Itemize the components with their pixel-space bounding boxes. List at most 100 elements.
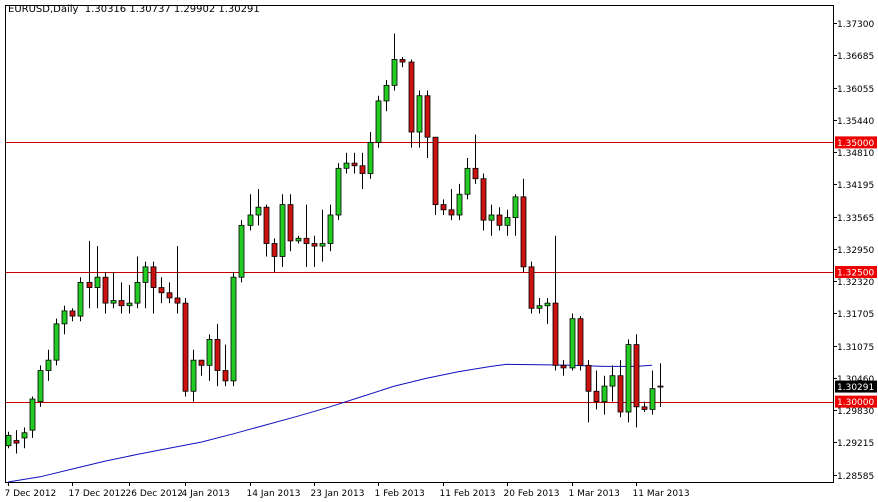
- bear-candle-body: [158, 287, 165, 294]
- price-tick-label: 1.36685: [837, 52, 874, 62]
- bull-candle-body: [383, 84, 390, 102]
- candle: [206, 334, 213, 381]
- candle: [351, 152, 358, 174]
- candle: [142, 261, 149, 309]
- moving-average-line: [7, 363, 653, 483]
- price-axis: 1.37300 1.36685 1.36055 1.35440 1.34810 1.341…: [833, 20, 874, 482]
- candle: [488, 204, 495, 236]
- bull-candle-body: [295, 237, 302, 242]
- bear-candle-body: [214, 339, 221, 371]
- bear-candle-body: [577, 318, 584, 366]
- candle: [609, 365, 616, 402]
- candle: [432, 136, 439, 215]
- bear-candle-body: [198, 359, 205, 366]
- bull-candle-body: [77, 281, 84, 317]
- candle: [190, 349, 197, 402]
- time-tick-label: 11 Feb 2013: [440, 489, 496, 499]
- candle: [536, 297, 543, 314]
- time-tick-label: 7 Dec 2012: [5, 489, 57, 499]
- candle: [569, 313, 576, 371]
- bull-candle-body: [569, 318, 576, 369]
- bull-candle-body: [456, 193, 463, 216]
- candle: [174, 246, 181, 314]
- price-tick-label: 1.37300: [837, 20, 874, 30]
- level-price-tag: 1.35000: [835, 136, 877, 149]
- price-tick-label: 1.28585: [837, 472, 874, 482]
- bear-candle-body: [166, 292, 173, 299]
- bear-candle-body: [102, 276, 109, 304]
- bull-candle-body: [94, 276, 101, 288]
- candle: [222, 344, 229, 387]
- bull-candle-body: [53, 323, 60, 361]
- price-tick-label: 1.34810: [837, 149, 874, 159]
- candle: [367, 132, 374, 179]
- candle: [641, 401, 648, 413]
- candle: [238, 220, 245, 283]
- level-price-tag-label: 1.32500: [837, 269, 874, 279]
- candle: [21, 427, 28, 449]
- price-tick-label: 1.31075: [837, 343, 874, 353]
- bull-candle-body: [625, 344, 632, 413]
- candle: [504, 209, 511, 236]
- price-tick-label: 1.32320: [837, 278, 874, 288]
- bull-candle-body: [61, 310, 68, 325]
- chart-frame: [5, 5, 834, 483]
- time-tick-label: 20 Feb 2013: [504, 489, 560, 499]
- bear-candle-body: [432, 136, 439, 206]
- candle: [247, 194, 254, 231]
- bear-candle-body: [287, 204, 294, 242]
- candle: [110, 272, 117, 309]
- bear-candle-body: [86, 281, 93, 288]
- candle: [198, 359, 205, 376]
- candle: [37, 365, 44, 407]
- bull-candle-body: [126, 302, 133, 307]
- candle: [230, 272, 237, 387]
- candle: [480, 173, 487, 231]
- bear-candle-body: [552, 302, 559, 366]
- bear-candle-body: [496, 214, 503, 226]
- bear-candle-body: [560, 364, 567, 369]
- bear-candle-body: [399, 59, 406, 63]
- candle: [496, 207, 503, 231]
- bear-candle-body: [448, 209, 455, 216]
- candle: [625, 339, 632, 423]
- candle: [512, 194, 519, 236]
- candle: [399, 56, 406, 68]
- candle: [53, 318, 60, 366]
- bear-candle-body: [118, 300, 125, 307]
- candle: [585, 360, 592, 423]
- time-tick-label: 11 Mar 2013: [633, 489, 690, 499]
- bull-candle-body: [142, 266, 149, 283]
- candle: [375, 95, 382, 148]
- candle: [424, 90, 431, 158]
- candle: [287, 194, 294, 252]
- bull-candle-body: [279, 204, 286, 257]
- bear-candle-body: [593, 390, 600, 403]
- candle: [335, 163, 342, 221]
- price-tick-label: 1.34195: [837, 181, 874, 191]
- chart-title: EURUSD,Daily 1.30316 1.30737 1.29902 1.3…: [8, 4, 260, 15]
- bear-candle-body: [585, 364, 592, 392]
- candle: [520, 178, 527, 273]
- candle: [552, 235, 559, 371]
- bull-candle-body: [206, 339, 213, 366]
- moving-average-layer: [7, 363, 653, 483]
- price-tags-layer: 1.35000 1.32500 1.30000 1.30291: [835, 136, 877, 408]
- candle: [69, 308, 76, 322]
- symbol-label: EURUSD,Daily: [8, 4, 79, 15]
- bull-candle-body: [367, 141, 374, 174]
- bear-candle-body: [480, 178, 487, 221]
- candle: [45, 349, 52, 381]
- candle: [416, 90, 423, 148]
- level-price-tag: 1.30000: [835, 395, 877, 408]
- candle: [311, 235, 318, 267]
- candle: [303, 204, 310, 267]
- candles-layer: [5, 33, 664, 454]
- candle: [408, 59, 415, 148]
- bear-candle-body: [408, 61, 415, 133]
- bull-candle-body: [536, 305, 543, 309]
- candle: [158, 277, 165, 304]
- time-tick-label: 4 Jan 2013: [182, 489, 230, 499]
- price-tick-label: 1.33565: [837, 214, 874, 224]
- bull-candle-body: [230, 276, 237, 382]
